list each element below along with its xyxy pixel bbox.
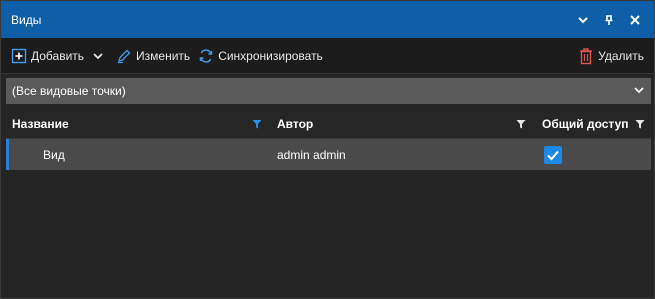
close-button[interactable]: [622, 7, 648, 33]
table-row[interactable]: Вид admin admin: [6, 139, 651, 170]
close-icon: [630, 14, 640, 25]
sync-button[interactable]: Синхронизировать: [194, 42, 327, 70]
toolbar: Добавить Изменить Синхронизировать Удали…: [1, 38, 654, 74]
cell-author: admin admin: [277, 147, 346, 162]
add-label: Добавить: [31, 48, 85, 63]
filter-icon[interactable]: [635, 119, 645, 129]
filter-selected-value: (Все видовые точки): [12, 84, 126, 98]
views-table: Название Автор Общий доступ Вид admin ad…: [6, 108, 651, 297]
delete-label: Удалить: [598, 49, 644, 63]
add-button[interactable]: Добавить: [7, 42, 112, 70]
edit-icon: [118, 49, 131, 63]
shared-access-checkbox[interactable]: [544, 146, 562, 164]
pin-button[interactable]: [596, 7, 622, 33]
chevron-down-icon[interactable]: [92, 50, 104, 62]
panel-titlebar: Виды: [1, 1, 654, 38]
checkmark-icon: [547, 150, 559, 161]
delete-button[interactable]: Удалить: [574, 42, 648, 70]
pin-icon: [605, 14, 613, 25]
filter-icon[interactable]: [252, 119, 262, 129]
cell-name: Вид: [43, 147, 65, 162]
edit-button[interactable]: Изменить: [112, 42, 194, 70]
column-header-author[interactable]: Автор: [277, 108, 313, 139]
panel-title: Виды: [11, 12, 42, 27]
column-header-name[interactable]: Название: [12, 108, 69, 139]
title-actions: [570, 1, 648, 38]
panel-menu-button[interactable]: [570, 7, 596, 33]
add-icon: [11, 48, 27, 63]
chevron-down-icon: [578, 16, 588, 23]
table-header: Название Автор Общий доступ: [6, 108, 651, 139]
views-panel: Виды Добавить Изменить Синхронизировать …: [0, 0, 655, 299]
trash-icon: [580, 48, 593, 65]
sync-label: Синхронизировать: [218, 48, 323, 63]
viewpoint-filter-select[interactable]: (Все видовые точки): [6, 78, 651, 104]
column-header-shared[interactable]: Общий доступ: [542, 108, 629, 139]
edit-label: Изменить: [136, 48, 191, 63]
chevron-down-icon: [634, 87, 644, 94]
filter-icon[interactable]: [516, 119, 526, 129]
sync-icon: [199, 48, 213, 63]
